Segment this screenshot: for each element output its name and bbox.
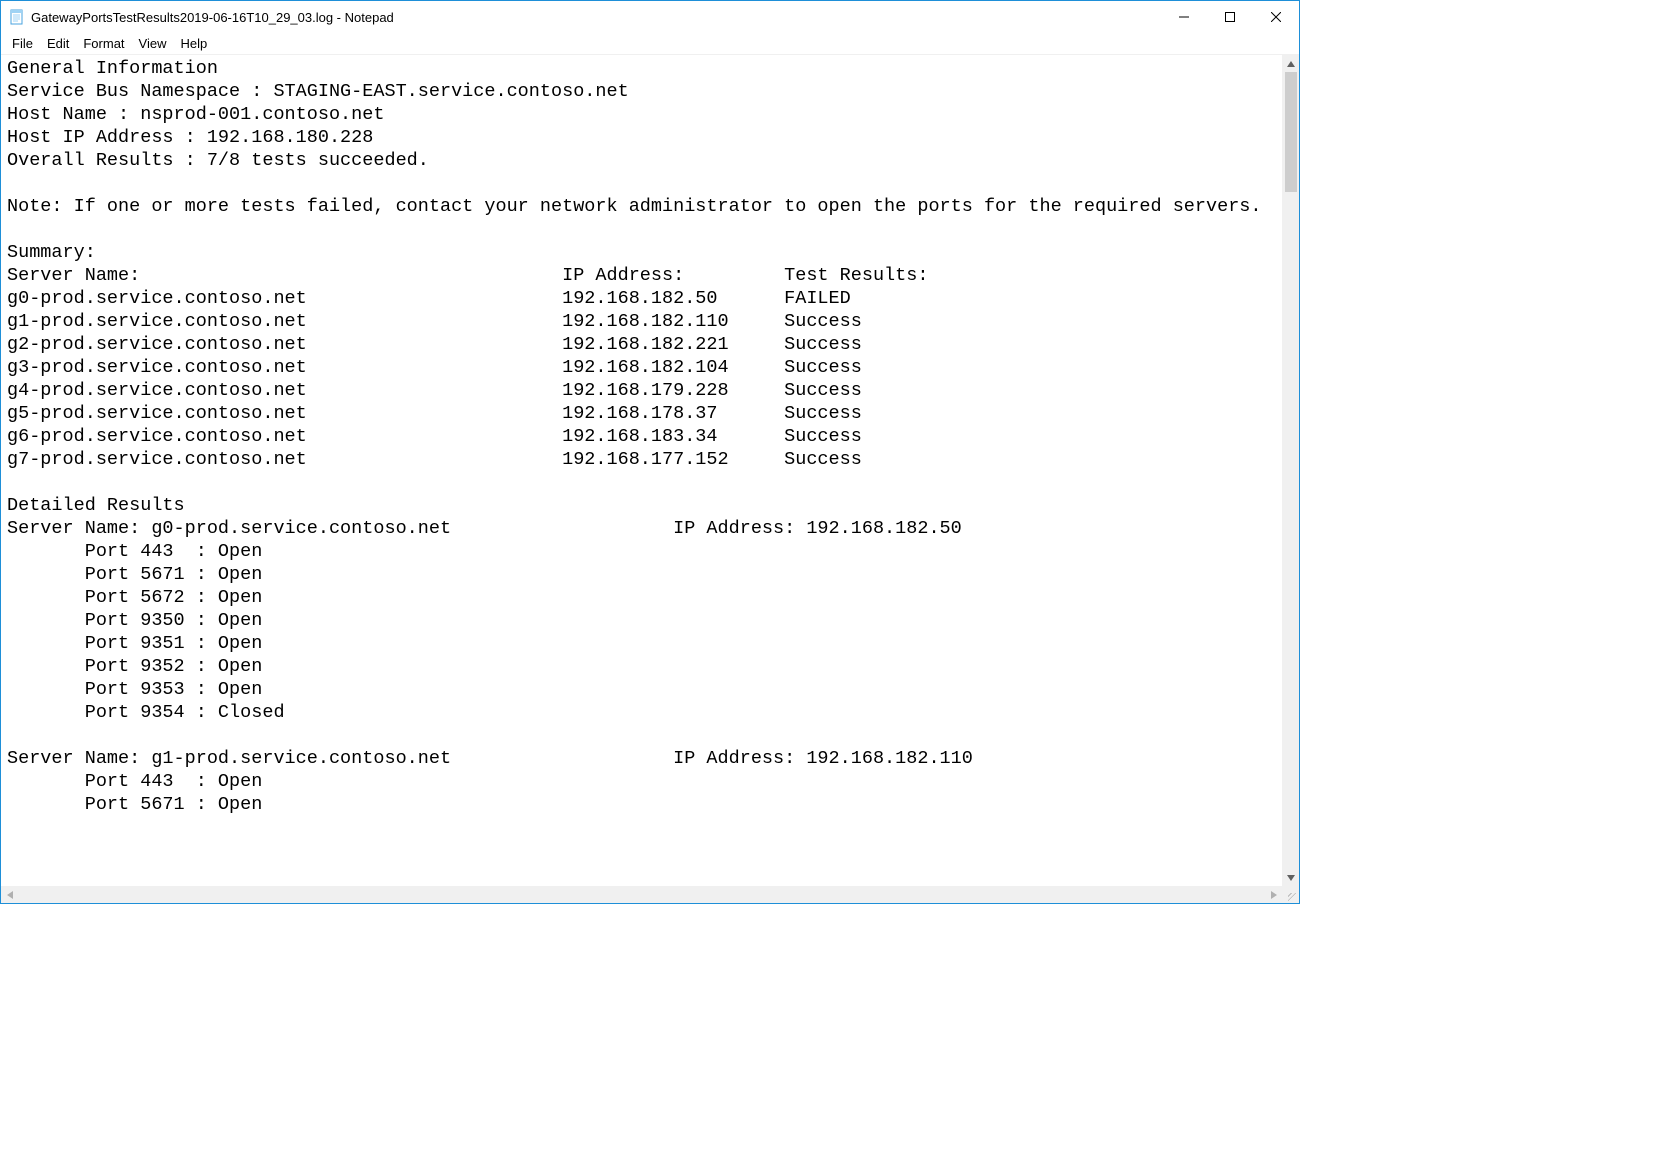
menu-help[interactable]: Help bbox=[173, 34, 214, 53]
minimize-button[interactable] bbox=[1161, 1, 1207, 33]
scroll-down-icon[interactable] bbox=[1283, 869, 1299, 886]
menu-file[interactable]: File bbox=[5, 34, 40, 53]
maximize-button[interactable] bbox=[1207, 1, 1253, 33]
notepad-window: GatewayPortsTestResults2019-06-16T10_29_… bbox=[0, 0, 1300, 904]
scroll-right-icon[interactable] bbox=[1265, 887, 1282, 904]
menu-edit[interactable]: Edit bbox=[40, 34, 76, 53]
resize-grip-icon[interactable] bbox=[1282, 887, 1299, 904]
horizontal-scrollbar[interactable] bbox=[1, 886, 1299, 903]
scroll-up-icon[interactable] bbox=[1283, 55, 1299, 72]
vertical-scrollbar[interactable] bbox=[1282, 55, 1299, 886]
text-area[interactable]: General Information Service Bus Namespac… bbox=[1, 55, 1282, 886]
window-title: GatewayPortsTestResults2019-06-16T10_29_… bbox=[31, 10, 1161, 25]
menubar: File Edit Format View Help bbox=[1, 33, 1299, 55]
window-controls bbox=[1161, 1, 1299, 33]
log-text[interactable]: General Information Service Bus Namespac… bbox=[7, 57, 1276, 816]
scroll-thumb[interactable] bbox=[1285, 72, 1297, 192]
titlebar[interactable]: GatewayPortsTestResults2019-06-16T10_29_… bbox=[1, 1, 1299, 33]
menu-format[interactable]: Format bbox=[76, 34, 131, 53]
scroll-left-icon[interactable] bbox=[1, 887, 18, 904]
close-button[interactable] bbox=[1253, 1, 1299, 33]
menu-view[interactable]: View bbox=[132, 34, 174, 53]
content-wrap: General Information Service Bus Namespac… bbox=[1, 55, 1299, 886]
notepad-icon bbox=[9, 9, 25, 25]
